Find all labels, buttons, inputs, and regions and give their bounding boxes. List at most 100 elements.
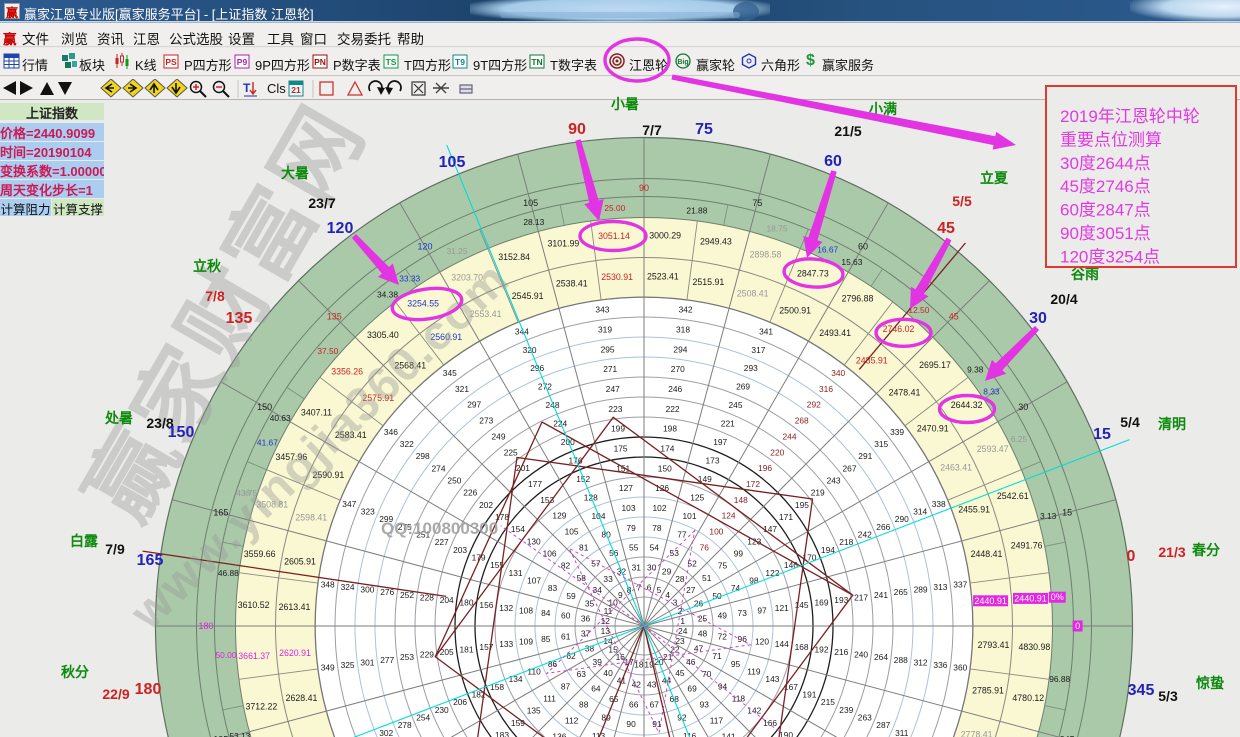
svg-text:343: 343 bbox=[595, 305, 609, 315]
svg-text:175: 175 bbox=[614, 444, 628, 454]
svg-text:323: 323 bbox=[361, 507, 375, 517]
svg-text:4: 4 bbox=[665, 590, 670, 600]
svg-text:2613.41: 2613.41 bbox=[279, 602, 311, 612]
svg-text:71: 71 bbox=[712, 651, 722, 661]
svg-text:88: 88 bbox=[579, 700, 589, 710]
svg-text:300: 300 bbox=[360, 585, 374, 595]
svg-text:40: 40 bbox=[603, 668, 613, 678]
svg-text:243: 243 bbox=[827, 476, 841, 486]
svg-text:93: 93 bbox=[700, 700, 710, 710]
svg-text:302: 302 bbox=[379, 728, 393, 737]
svg-text:67: 67 bbox=[650, 699, 660, 709]
svg-text:29: 29 bbox=[662, 567, 672, 577]
svg-text:311: 311 bbox=[895, 728, 909, 737]
svg-text:121: 121 bbox=[775, 603, 789, 613]
svg-text:316: 316 bbox=[819, 384, 833, 394]
svg-text:148: 148 bbox=[734, 495, 748, 505]
svg-text:166: 166 bbox=[763, 718, 777, 728]
svg-text:3.13: 3.13 bbox=[1040, 511, 1057, 521]
svg-text:240: 240 bbox=[854, 650, 868, 660]
svg-text:2746.02: 2746.02 bbox=[883, 324, 915, 334]
svg-text:197: 197 bbox=[713, 437, 727, 447]
svg-text:9: 9 bbox=[618, 590, 623, 600]
svg-text:45: 45 bbox=[675, 668, 685, 678]
svg-text:2538.41: 2538.41 bbox=[556, 279, 588, 289]
svg-text:58: 58 bbox=[577, 573, 587, 583]
svg-text:132: 132 bbox=[499, 603, 513, 613]
svg-text:59: 59 bbox=[566, 591, 576, 601]
svg-text:2785.91: 2785.91 bbox=[972, 685, 1004, 695]
svg-text:64: 64 bbox=[591, 684, 601, 694]
svg-text:287: 287 bbox=[876, 720, 890, 730]
svg-text:278: 278 bbox=[398, 720, 412, 730]
svg-text:2508.41: 2508.41 bbox=[737, 288, 769, 298]
svg-text:135: 135 bbox=[327, 311, 342, 321]
svg-text:317: 317 bbox=[751, 345, 765, 355]
svg-text:8.33: 8.33 bbox=[983, 387, 1000, 397]
svg-text:273: 273 bbox=[479, 416, 493, 426]
svg-text:298: 298 bbox=[416, 451, 430, 461]
svg-text:101: 101 bbox=[683, 511, 697, 521]
svg-text:192: 192 bbox=[815, 644, 829, 654]
svg-text:222: 222 bbox=[666, 404, 680, 414]
svg-text:2793.41: 2793.41 bbox=[978, 640, 1010, 650]
svg-text:2620.91: 2620.91 bbox=[279, 648, 311, 658]
svg-text:2485.91: 2485.91 bbox=[856, 355, 888, 365]
svg-text:63: 63 bbox=[577, 669, 587, 679]
svg-text:265: 265 bbox=[894, 587, 908, 597]
svg-text:100: 100 bbox=[709, 527, 723, 537]
svg-text:337: 337 bbox=[953, 579, 967, 589]
svg-text:3610.52: 3610.52 bbox=[238, 600, 270, 610]
svg-text:23: 23 bbox=[675, 636, 685, 646]
svg-text:117: 117 bbox=[710, 715, 724, 725]
svg-text:297: 297 bbox=[467, 400, 481, 410]
svg-text:85: 85 bbox=[541, 634, 551, 644]
svg-text:12: 12 bbox=[601, 616, 611, 626]
svg-text:75: 75 bbox=[718, 561, 728, 571]
svg-text:3152.84: 3152.84 bbox=[498, 252, 530, 262]
svg-text:52: 52 bbox=[687, 558, 697, 568]
svg-text:156: 156 bbox=[479, 600, 493, 610]
svg-text:246: 246 bbox=[668, 384, 682, 394]
svg-text:87: 87 bbox=[561, 681, 571, 691]
svg-text:107: 107 bbox=[527, 576, 541, 586]
svg-text:105: 105 bbox=[565, 527, 579, 537]
svg-text:2515.91: 2515.91 bbox=[692, 277, 724, 287]
svg-text:341: 341 bbox=[759, 326, 773, 336]
svg-text:247: 247 bbox=[606, 384, 620, 394]
svg-text:15: 15 bbox=[1062, 508, 1072, 518]
svg-text:143: 143 bbox=[765, 674, 779, 684]
svg-text:180: 180 bbox=[198, 621, 213, 631]
svg-text:37.50: 37.50 bbox=[317, 346, 338, 356]
svg-text:84: 84 bbox=[541, 608, 551, 618]
svg-text:291: 291 bbox=[858, 451, 872, 461]
svg-text:157: 157 bbox=[479, 642, 493, 652]
svg-text:3712.22: 3712.22 bbox=[245, 702, 277, 712]
svg-text:294: 294 bbox=[673, 344, 687, 354]
svg-text:230: 230 bbox=[435, 705, 449, 715]
svg-text:195: 195 bbox=[795, 500, 809, 510]
svg-text:40.63: 40.63 bbox=[270, 413, 291, 423]
svg-text:37: 37 bbox=[581, 629, 591, 639]
svg-text:127: 127 bbox=[619, 483, 633, 493]
svg-text:83: 83 bbox=[548, 583, 558, 593]
svg-text:168: 168 bbox=[795, 642, 809, 652]
svg-text:191: 191 bbox=[802, 690, 816, 700]
svg-text:268: 268 bbox=[795, 416, 809, 426]
svg-text:21.88: 21.88 bbox=[686, 205, 707, 215]
svg-text:295: 295 bbox=[601, 344, 615, 354]
svg-text:129: 129 bbox=[552, 511, 566, 521]
svg-text:124: 124 bbox=[722, 511, 736, 521]
svg-text:54: 54 bbox=[650, 543, 660, 553]
svg-text:18.75: 18.75 bbox=[767, 224, 788, 234]
svg-text:120: 120 bbox=[417, 242, 432, 252]
svg-text:324: 324 bbox=[341, 582, 355, 592]
svg-text:9.38: 9.38 bbox=[967, 365, 984, 375]
svg-text:3101.99: 3101.99 bbox=[547, 238, 579, 248]
svg-text:242: 242 bbox=[858, 530, 872, 540]
svg-text:2628.41: 2628.41 bbox=[286, 693, 318, 703]
svg-text:48: 48 bbox=[698, 629, 708, 639]
svg-text:239: 239 bbox=[839, 705, 853, 715]
svg-text:120: 120 bbox=[755, 637, 769, 647]
svg-text:154: 154 bbox=[511, 524, 525, 534]
